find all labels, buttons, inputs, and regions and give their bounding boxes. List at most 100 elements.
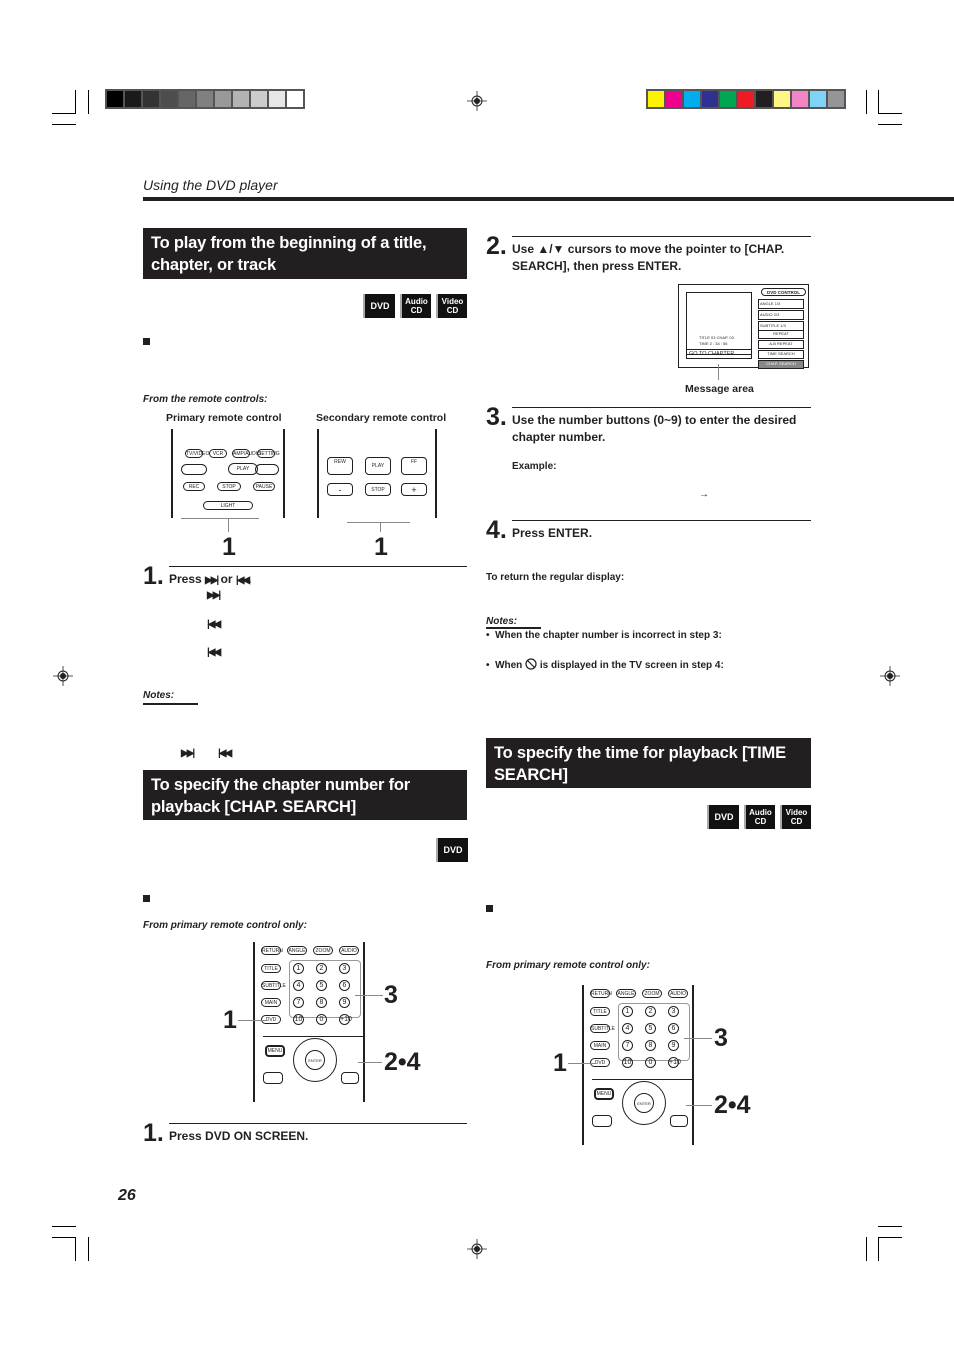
number-button: 10 bbox=[622, 1057, 633, 1068]
note-text: is displayed in the TV screen in step 4: bbox=[539, 660, 724, 671]
remote-pause-button: PAUSE bbox=[253, 482, 275, 491]
dvd-control-screen-diagram: TITLE 03 CHAP. 03 TIME 2 : 34 : 56 GO TO… bbox=[678, 284, 809, 369]
calibration-swatch bbox=[287, 91, 303, 107]
step-rule bbox=[512, 520, 811, 521]
grayscale-calibration-bar bbox=[105, 89, 305, 109]
from-remote-controls-label: From the remote controls: bbox=[143, 394, 268, 405]
secondary-remote-illustration: REW PLAY FF STOP + - bbox=[317, 429, 437, 518]
number-button: 5 bbox=[316, 980, 327, 991]
remote-menu-button: MENU bbox=[265, 1045, 285, 1057]
skip-previous-icon: |◀◀ bbox=[235, 575, 250, 586]
number-button: +10 bbox=[339, 1014, 352, 1025]
number-button: 9 bbox=[668, 1040, 679, 1051]
remote-button: ANGLE bbox=[287, 946, 307, 955]
step-text: Press bbox=[169, 572, 202, 586]
callout-line bbox=[347, 522, 410, 523]
remote-button: RETURN bbox=[590, 989, 612, 998]
step-3-instruction: Use the number buttons (0~9) to enter th… bbox=[512, 413, 797, 444]
step-number-4: 4. bbox=[486, 516, 507, 544]
skip-previous-icon: |◀◀ bbox=[218, 748, 232, 759]
screen-menu-repeat: REPEAT bbox=[758, 330, 804, 339]
skip-previous-icon: |◀◀ bbox=[207, 619, 221, 630]
status-time: TIME 2 : 34 : 56 bbox=[699, 341, 728, 346]
remote-dsp-mode-button bbox=[341, 1072, 359, 1084]
section-title-play-from-beginning: To play from the beginning of a title, c… bbox=[143, 228, 467, 279]
number-button: 5 bbox=[645, 1023, 656, 1034]
remote-button: ANGLE bbox=[616, 989, 636, 998]
primary-remote-numpad-illustration: RETURN ANGLE ZOOM AUDIO TITLE SUBTITLE MAIN DVD… bbox=[582, 985, 694, 1145]
callout-line bbox=[684, 1038, 712, 1039]
calibration-swatch bbox=[143, 91, 159, 107]
number-button: 3 bbox=[339, 963, 350, 974]
number-button: 8 bbox=[645, 1040, 656, 1051]
number-button: 6 bbox=[339, 980, 350, 991]
remote-button: AUDIO bbox=[668, 989, 688, 998]
callout-step-3: 3 bbox=[384, 981, 398, 1009]
badge-dvd: DVD bbox=[707, 805, 739, 829]
badge-video-cd: Video CD bbox=[436, 294, 467, 318]
remote-preset-up-button: + bbox=[401, 483, 427, 496]
step-number-1: 1. bbox=[143, 562, 164, 590]
calibration-swatch bbox=[107, 91, 123, 107]
remote-button: RETURN bbox=[261, 946, 283, 955]
secondary-remote-label: Secondary remote control bbox=[316, 412, 447, 424]
remote-theater-position-button bbox=[592, 1115, 612, 1127]
step-rule bbox=[169, 566, 467, 567]
number-button: 4 bbox=[622, 1023, 633, 1034]
remote-prev-button bbox=[181, 464, 207, 475]
registration-mark-top bbox=[467, 91, 487, 111]
return-display-label: To return the regular display: bbox=[486, 572, 625, 583]
callout-line bbox=[238, 1020, 266, 1021]
calibration-swatch bbox=[233, 91, 249, 107]
remote-button: MAIN bbox=[261, 998, 281, 1007]
number-button: 9 bbox=[339, 997, 350, 1008]
section-title-chap-search: To specify the chapter number for playba… bbox=[143, 770, 467, 820]
calibration-swatch bbox=[269, 91, 285, 107]
calibration-swatch bbox=[648, 91, 664, 107]
calibration-swatch bbox=[251, 91, 267, 107]
remote-enter-button: ENTER bbox=[634, 1093, 654, 1113]
callout-step-1-primary: 1 bbox=[222, 533, 236, 561]
badge-video-cd: Video CD bbox=[780, 805, 811, 829]
remote-button: TITLE bbox=[261, 964, 281, 973]
notes-title: Notes: bbox=[143, 690, 175, 701]
calibration-swatch bbox=[179, 91, 195, 107]
remote-button: MAIN bbox=[590, 1041, 610, 1050]
callout-line bbox=[380, 522, 381, 532]
remote-button: TITLE bbox=[590, 1007, 610, 1016]
step-number-3: 3. bbox=[486, 403, 507, 431]
number-button: 4 bbox=[293, 980, 304, 991]
remote-divider bbox=[263, 1036, 363, 1037]
step-4-instruction: Press ENTER. bbox=[512, 526, 593, 540]
remote-button: SUBTITLE bbox=[261, 981, 286, 990]
number-button: 8 bbox=[316, 997, 327, 1008]
prohibited-icon bbox=[525, 658, 537, 670]
registration-mark-left bbox=[53, 666, 73, 686]
remote-preset-down-button: - bbox=[327, 483, 353, 496]
message-area: GO TO CHAPTER bbox=[686, 349, 752, 359]
callout-line bbox=[568, 1063, 596, 1064]
remote-next-button bbox=[255, 464, 279, 475]
example-label: Example: bbox=[512, 461, 557, 472]
notes-title: Notes: bbox=[486, 616, 518, 627]
message-area-label: Message area bbox=[685, 383, 754, 395]
calibration-swatch bbox=[215, 91, 231, 107]
primary-remote-illustration: TV/VIDEO VCR AMP/AUDIO SETTING PLAY STOP… bbox=[171, 429, 285, 518]
remote-stop-button: STOP bbox=[365, 483, 391, 496]
number-button: 7 bbox=[622, 1040, 633, 1051]
remote-stop-button: STOP bbox=[217, 482, 241, 491]
number-button: 2 bbox=[645, 1006, 656, 1017]
number-button: 10 bbox=[293, 1014, 304, 1025]
step-rule bbox=[169, 1123, 467, 1124]
remote-button: ZOOM bbox=[313, 946, 333, 955]
registration-mark-bottom bbox=[467, 1239, 487, 1259]
remote-divider bbox=[592, 1079, 692, 1080]
step-1-instruction: Press DVD ON SCREEN. bbox=[169, 1129, 309, 1143]
page-number: 26 bbox=[118, 1187, 136, 1204]
number-button: 6 bbox=[668, 1023, 679, 1034]
callout-line bbox=[358, 1062, 382, 1063]
screen-menu-chap-search: CHAP. SEARCH bbox=[758, 360, 804, 369]
number-button: +10 bbox=[668, 1057, 681, 1068]
note-text: When bbox=[495, 660, 523, 671]
calibration-swatch bbox=[828, 91, 844, 107]
